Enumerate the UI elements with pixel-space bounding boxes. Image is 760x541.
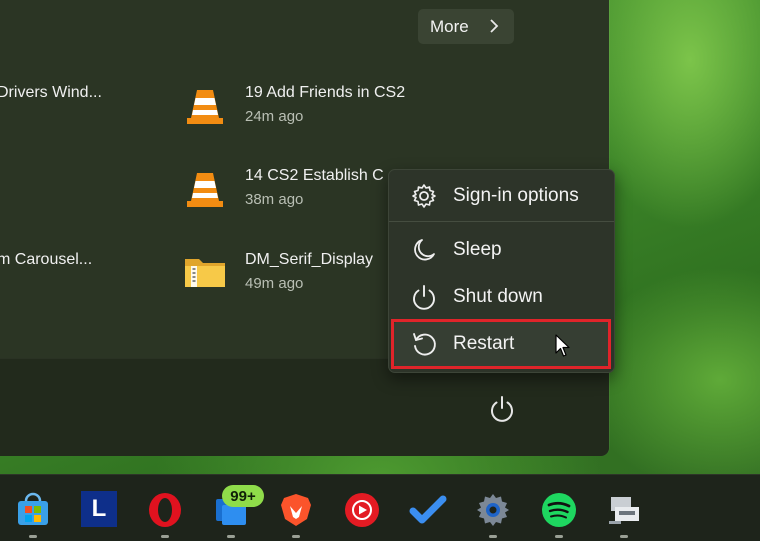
chevron-right-icon	[490, 19, 499, 33]
youtube-music-icon[interactable]	[343, 491, 381, 529]
recommended-item[interactable]: 19 Add Friends in CS2 24m ago	[183, 84, 423, 132]
running-indicator	[292, 535, 300, 538]
recommended-item[interactable]: DM_Serif_Display 49m ago	[183, 251, 389, 299]
microsoft-store-icon[interactable]	[14, 491, 52, 529]
running-indicator	[227, 535, 235, 538]
recommended-item[interactable]: Drivers Wind...	[0, 84, 147, 128]
shut-down-menu-item[interactable]: Shut down	[393, 275, 610, 319]
spotify-icon[interactable]	[540, 491, 578, 529]
l-app-icon[interactable]: L	[81, 491, 117, 527]
recommended-item-title: 19 Add Friends in CS2	[245, 84, 406, 101]
network-drive-icon[interactable]	[605, 491, 643, 529]
running-indicator	[620, 535, 628, 538]
recommended-item-time: 38m ago	[245, 191, 304, 208]
restart-highlight	[391, 319, 611, 369]
more-label: More	[430, 16, 469, 36]
taskbar: L	[0, 474, 760, 541]
zip-folder-icon	[185, 259, 225, 287]
recommended-item[interactable]: m Carousel...	[0, 251, 147, 295]
sign-in-options-menu-item[interactable]: Sign-in options	[393, 174, 610, 218]
mouse-cursor-icon	[555, 334, 570, 357]
recommended-item-title: DM_Serif_Display	[245, 251, 374, 268]
recommended-item-title: m Carousel...	[0, 251, 93, 268]
todo-icon[interactable]	[409, 491, 447, 529]
menu-item-label: Shut down	[453, 286, 543, 307]
more-button[interactable]: More	[418, 9, 514, 44]
vlc-icon	[187, 90, 223, 124]
recommended-item-title: 14 CS2 Establish C	[245, 167, 384, 184]
recommended-item-time: 49m ago	[245, 275, 304, 292]
running-indicator	[29, 535, 37, 538]
running-indicator	[555, 535, 563, 538]
menu-item-label: Sign-in options	[453, 185, 579, 206]
gear-icon	[412, 184, 436, 208]
opera-icon[interactable]	[146, 491, 184, 529]
sleep-menu-item[interactable]: Sleep	[393, 228, 610, 272]
notification-badge: 99+	[222, 485, 264, 507]
moon-icon	[414, 239, 435, 261]
settings-icon[interactable]	[474, 491, 512, 529]
brave-icon[interactable]	[277, 491, 315, 529]
recommended-item[interactable]: 14 CS2 Establish C 38m ago	[183, 167, 389, 215]
running-indicator	[161, 535, 169, 538]
running-indicator	[489, 535, 497, 538]
vlc-icon	[187, 173, 223, 207]
menu-item-label: Sleep	[453, 239, 502, 260]
recommended-item-title: Drivers Wind...	[0, 84, 102, 101]
menu-divider	[389, 221, 614, 222]
power-icon[interactable]	[488, 394, 516, 424]
power-icon	[413, 285, 435, 310]
recommended-item-time: 24m ago	[245, 108, 304, 125]
